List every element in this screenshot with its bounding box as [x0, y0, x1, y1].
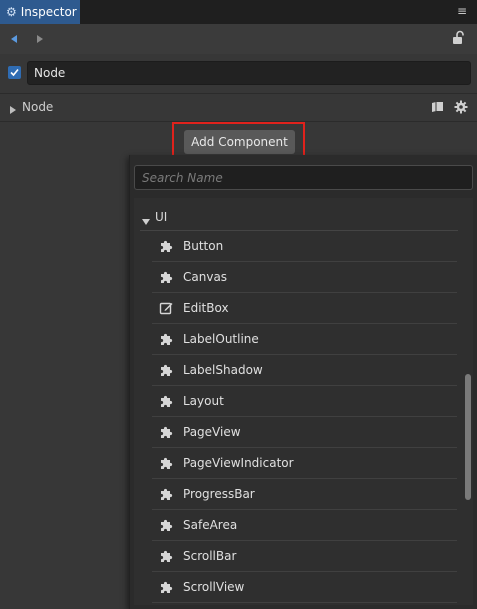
- back-button[interactable]: [8, 33, 20, 45]
- component-item[interactable]: Button: [152, 231, 457, 262]
- puzzle-icon: [159, 332, 173, 346]
- component-item-label: EditBox: [183, 301, 229, 315]
- component-item-label: LabelOutline: [183, 332, 259, 346]
- gear-icon: ⚙: [6, 5, 17, 19]
- puzzle-icon: [159, 518, 173, 532]
- node-name-value: Node: [34, 66, 66, 80]
- node-section-label[interactable]: Node: [22, 99, 53, 115]
- component-item-label: Button: [183, 239, 224, 253]
- puzzle-icon: [159, 549, 173, 563]
- component-item[interactable]: EditBox: [152, 293, 457, 324]
- component-item-label: ScrollBar: [183, 549, 237, 563]
- component-item-label: Canvas: [183, 270, 228, 284]
- puzzle-icon: [159, 425, 173, 439]
- divider: [0, 93, 477, 94]
- component-item-label: PageViewIndicator: [183, 456, 294, 470]
- settings-gear-icon[interactable]: [454, 100, 468, 114]
- lock-icon[interactable]: [451, 30, 465, 46]
- component-item-label: LabelShadow: [183, 363, 263, 377]
- component-item[interactable]: PageView: [152, 417, 457, 448]
- component-item[interactable]: ScrollView: [152, 572, 457, 603]
- component-item[interactable]: ScrollBar: [152, 541, 457, 572]
- triangle-left-icon: [11, 35, 17, 43]
- triangle-right-icon: [37, 35, 43, 43]
- component-item-label: ScrollView: [183, 580, 245, 594]
- puzzle-icon: [159, 239, 173, 253]
- puzzle-icon: [159, 487, 173, 501]
- component-item-label: SafeArea: [183, 518, 238, 532]
- component-item-label: ProgressBar: [183, 487, 255, 501]
- edit-icon: [159, 301, 173, 315]
- checkmark-icon: [10, 68, 19, 77]
- component-item[interactable]: LabelShadow: [152, 355, 457, 386]
- component-item[interactable]: Canvas: [152, 262, 457, 293]
- panel-menu-icon[interactable]: ≡: [457, 3, 467, 19]
- nav-toolbar: [0, 24, 477, 54]
- triangle-right-icon: [10, 106, 16, 114]
- tab-inspector[interactable]: ⚙ Inspector: [0, 0, 80, 24]
- puzzle-icon: [159, 270, 173, 284]
- component-item[interactable]: PageViewIndicator: [152, 448, 457, 479]
- puzzle-icon: [159, 363, 173, 377]
- add-component-button[interactable]: Add Component: [184, 130, 295, 154]
- search-input[interactable]: [134, 165, 473, 190]
- book-icon[interactable]: [431, 101, 444, 113]
- scrollbar-thumb[interactable]: [465, 374, 471, 500]
- puzzle-icon: [159, 394, 173, 408]
- component-item[interactable]: LabelOutline: [152, 324, 457, 355]
- triangle-down-icon: [142, 219, 150, 225]
- component-item[interactable]: Layout: [152, 386, 457, 417]
- puzzle-icon: [159, 580, 173, 594]
- node-section-toggle[interactable]: [10, 103, 16, 114]
- category-toggle[interactable]: [142, 214, 150, 225]
- category-label[interactable]: UI: [155, 209, 167, 225]
- forward-button[interactable]: [34, 33, 46, 45]
- component-item-label: Layout: [183, 394, 224, 408]
- tab-title: Inspector: [20, 5, 77, 19]
- puzzle-icon: [159, 456, 173, 470]
- component-item[interactable]: SafeArea: [152, 510, 457, 541]
- node-active-checkbox[interactable]: [8, 66, 21, 79]
- node-name-field[interactable]: Node: [27, 61, 471, 85]
- component-item-label: PageView: [183, 425, 241, 439]
- component-item[interactable]: ProgressBar: [152, 479, 457, 510]
